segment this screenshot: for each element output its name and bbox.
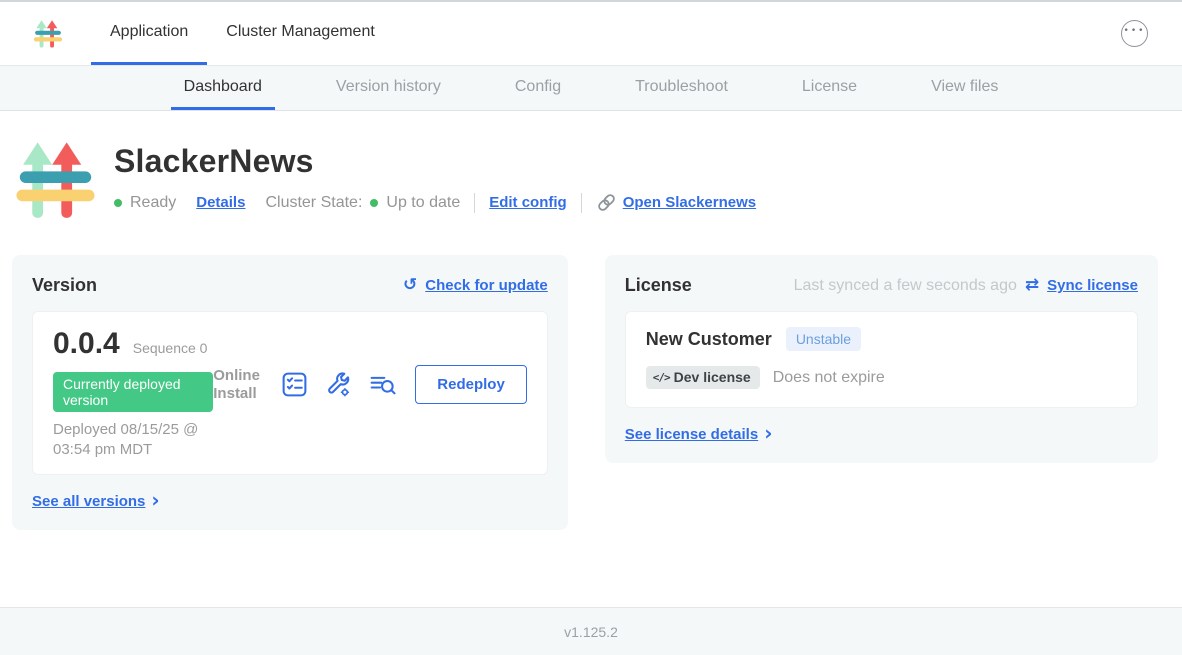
cluster-state-value: Up to date — [386, 194, 460, 212]
nav-tab-cluster-management[interactable]: Cluster Management — [207, 2, 394, 65]
deploy-logs-icon[interactable] — [368, 370, 397, 399]
deployed-badge: Currently deployed version — [53, 372, 213, 412]
tab-config[interactable]: Config — [502, 66, 574, 110]
top-nav-tabs: Application Cluster Management — [91, 2, 394, 65]
tab-troubleshoot[interactable]: Troubleshoot — [622, 66, 741, 110]
tab-view-files[interactable]: View files — [918, 66, 1011, 110]
console-version: v1.125.2 — [564, 624, 618, 640]
app-logo-icon — [33, 19, 63, 49]
tab-dashboard[interactable]: Dashboard — [171, 66, 275, 110]
customer-name: New Customer — [646, 329, 772, 350]
tab-license[interactable]: License — [789, 66, 870, 110]
install-type-label: Online Install — [213, 367, 265, 403]
current-version-panel: 0.0.4 Sequence 0 Currently deployed vers… — [32, 311, 548, 475]
license-card: License Last synced a few seconds ago ⇄ … — [605, 255, 1158, 463]
last-synced-text: Last synced a few seconds ago — [794, 277, 1017, 295]
app-sub-navigation: Dashboard Version history Config Trouble… — [0, 66, 1182, 111]
details-link[interactable]: Details — [196, 194, 245, 211]
top-nav-spacer — [394, 2, 1121, 65]
app-status-text: Ready — [130, 194, 176, 212]
dashboard-cards: Version ↺ Check for update 0.0.4 Sequenc… — [12, 255, 1158, 530]
ellipsis-icon: ••• — [1124, 27, 1146, 36]
app-status-dot — [114, 199, 122, 207]
version-card-title: Version — [32, 275, 97, 296]
open-app-link[interactable]: Open Slackernews — [623, 194, 756, 211]
sync-license-link[interactable]: Sync license — [1047, 277, 1138, 294]
version-sequence: Sequence 0 — [133, 340, 208, 356]
tab-version-history[interactable]: Version history — [323, 66, 454, 110]
version-number: 0.0.4 — [53, 327, 120, 361]
version-card-header: Version ↺ Check for update — [32, 275, 548, 296]
app-status-row: Ready Details Cluster State: Up to date … — [114, 192, 756, 213]
dashboard-main: SlackerNews Ready Details Cluster State:… — [0, 111, 1182, 607]
refresh-icon: ↺ — [403, 277, 417, 294]
page-title: SlackerNews — [114, 143, 756, 180]
app-logo[interactable] — [33, 2, 63, 65]
config-wrench-icon[interactable] — [324, 370, 353, 399]
check-for-update-link[interactable]: Check for update — [425, 277, 548, 294]
license-card-header: License Last synced a few seconds ago ⇄ … — [625, 275, 1138, 296]
more-options-button[interactable]: ••• — [1121, 20, 1148, 47]
nav-tab-application[interactable]: Application — [91, 2, 207, 65]
link-icon — [596, 192, 617, 213]
see-license-details-link[interactable]: See license details — [625, 426, 758, 443]
license-type-text: Dev license — [674, 369, 751, 385]
sync-icon: ⇄ — [1025, 277, 1039, 294]
divider — [474, 193, 475, 213]
license-expiry: Does not expire — [773, 369, 885, 387]
license-details-panel: New Customer Unstable </> Dev license Do… — [625, 311, 1138, 408]
chevron-right-icon[interactable]: › — [151, 490, 159, 510]
cluster-state-dot — [370, 199, 378, 207]
channel-badge: Unstable — [786, 327, 861, 351]
preflight-checks-icon[interactable] — [280, 370, 309, 399]
deployed-timestamp: Deployed 08/15/25 @ 03:54 pm MDT — [53, 420, 213, 459]
top-navigation: Application Cluster Management ••• — [0, 2, 1182, 66]
version-card: Version ↺ Check for update 0.0.4 Sequenc… — [12, 255, 568, 530]
license-card-title: License — [625, 275, 692, 296]
license-type-badge: </> Dev license — [646, 366, 760, 389]
footer: v1.125.2 — [0, 607, 1182, 655]
redeploy-button[interactable]: Redeploy — [415, 365, 527, 404]
cluster-state-label: Cluster State: — [265, 194, 362, 212]
divider — [581, 193, 582, 213]
code-icon: </> — [653, 371, 670, 384]
chevron-right-icon[interactable]: › — [764, 423, 772, 443]
app-header: SlackerNews Ready Details Cluster State:… — [14, 139, 1158, 222]
app-icon — [14, 139, 97, 222]
edit-config-link[interactable]: Edit config — [489, 194, 567, 211]
see-all-versions-link[interactable]: See all versions — [32, 493, 145, 510]
